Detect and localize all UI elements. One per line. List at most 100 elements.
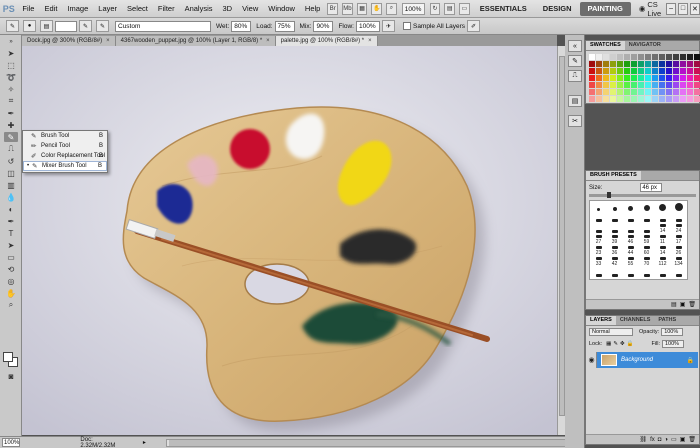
pen-tool-icon[interactable]: ✒ <box>4 216 18 226</box>
move-tool-icon[interactable]: ➤ <box>4 48 18 58</box>
lock-position-icon[interactable]: ✥ <box>620 341 625 347</box>
fill-field[interactable]: 100% <box>662 340 684 348</box>
tab-wooden-puppet[interactable]: 4367wooden_puppet.jpg @ 100% (Layer 1, R… <box>115 36 276 46</box>
rotate-view-icon[interactable]: ↻ <box>429 2 441 15</box>
color-swatch[interactable] <box>659 54 665 60</box>
brush-preset-cell[interactable] <box>607 224 622 234</box>
shape-tool-icon[interactable]: ▭ <box>4 252 18 262</box>
color-swatch[interactable] <box>589 61 595 67</box>
color-swatch[interactable] <box>596 96 602 102</box>
new-preset-icon[interactable]: ▣ <box>680 301 686 308</box>
lock-all-icon[interactable]: 🔒 <box>627 341 634 347</box>
color-swatch[interactable] <box>617 75 623 81</box>
color-swatch[interactable] <box>687 54 693 60</box>
brush-preset-cell[interactable]: 27 <box>591 235 606 245</box>
color-swatch[interactable] <box>652 89 658 95</box>
color-swatch[interactable] <box>624 82 630 88</box>
visibility-eye-icon[interactable]: ◉ <box>587 352 597 368</box>
color-swatch[interactable] <box>666 54 672 60</box>
mix-field[interactable]: 90% <box>313 20 334 32</box>
brush-preset-cell[interactable]: 11 <box>655 235 670 245</box>
mini-bridge-button[interactable]: Mb <box>342 2 353 15</box>
color-swatch[interactable] <box>666 68 672 74</box>
color-swatch[interactable] <box>694 54 700 60</box>
zoom-tool-icon[interactable]: ⌕ <box>4 300 18 310</box>
color-swatch[interactable] <box>610 75 616 81</box>
color-swatch[interactable] <box>617 68 623 74</box>
color-swatch[interactable] <box>624 75 630 81</box>
tab-navigator[interactable]: NAVIGATOR <box>625 41 665 50</box>
color-swatch[interactable] <box>673 82 679 88</box>
brush-preset-cell[interactable] <box>623 213 638 223</box>
blend-mode-dropdown[interactable]: Normal <box>589 328 633 336</box>
color-swatch[interactable] <box>680 61 686 67</box>
flyout-brush-tool[interactable]: ✎ Brush Tool B <box>23 131 107 141</box>
color-swatch[interactable] <box>673 96 679 102</box>
foreground-color-swatch[interactable] <box>3 352 13 362</box>
brush-preset-cell[interactable] <box>639 213 654 223</box>
brush-size-field[interactable]: 46 px <box>640 183 663 192</box>
color-swatch[interactable] <box>694 82 700 88</box>
color-swatch[interactable] <box>659 75 665 81</box>
color-swatch[interactable] <box>680 82 686 88</box>
color-swatch[interactable] <box>610 68 616 74</box>
brush-preset-cell[interactable] <box>623 224 638 234</box>
load-brush-icon[interactable]: ✎ <box>79 20 92 32</box>
color-swatch[interactable] <box>659 89 665 95</box>
color-swatch[interactable] <box>603 96 609 102</box>
brush-preset-cell[interactable] <box>607 268 622 278</box>
vertical-scrollbar[interactable] <box>557 46 565 435</box>
menu-layer[interactable]: Layer <box>93 0 122 18</box>
color-swatch[interactable] <box>638 54 644 60</box>
brush-panel-icon[interactable]: ✎ <box>568 55 582 67</box>
color-swatch[interactable] <box>680 54 686 60</box>
menu-filter[interactable]: Filter <box>153 0 180 18</box>
slider-knob[interactable] <box>607 192 611 198</box>
color-swatch[interactable] <box>680 75 686 81</box>
mix-preset-dropdown[interactable]: Custom <box>115 20 211 32</box>
brush-preset-cell[interactable] <box>655 268 670 278</box>
link-layers-icon[interactable]: ⛓ <box>639 436 647 443</box>
minimize-button[interactable]: – <box>666 2 677 15</box>
color-swatch[interactable] <box>603 89 609 95</box>
hand-icon[interactable]: ✋ <box>371 2 383 15</box>
tab-brush-presets[interactable]: BRUSH PRESETS <box>586 171 641 180</box>
color-swatch[interactable] <box>617 82 623 88</box>
flyout-color-replacement-tool[interactable]: ✐ Color Replacement Tool B <box>23 151 107 161</box>
adjustment-layer-icon[interactable]: ◑ <box>664 437 668 443</box>
delete-icon[interactable]: 🗑 <box>688 301 696 308</box>
color-swatch[interactable] <box>687 96 693 102</box>
quick-mask-icon[interactable]: ◙ <box>4 371 18 381</box>
color-swatch[interactable] <box>687 68 693 74</box>
color-swatch[interactable] <box>666 61 672 67</box>
tab-layers[interactable]: LAYERS <box>586 316 616 325</box>
brush-preset-cell[interactable] <box>639 268 654 278</box>
maximize-button[interactable]: □ <box>678 2 688 15</box>
workspace-painting[interactable]: PAINTING <box>579 1 631 16</box>
menu-file[interactable]: File <box>17 0 39 18</box>
brush-preset-cell[interactable]: 17 <box>671 235 686 245</box>
color-swatch[interactable] <box>596 61 602 67</box>
brush-preset-cell[interactable] <box>591 213 606 223</box>
color-swatch[interactable] <box>624 96 630 102</box>
color-swatch[interactable] <box>659 96 665 102</box>
color-swatch[interactable] <box>680 68 686 74</box>
brush-preset-cell[interactable]: 14 <box>655 246 670 256</box>
brush-preset-cell[interactable] <box>671 213 686 223</box>
brush-preset-picker-icon[interactable]: ● <box>23 20 36 32</box>
tool-presets-icon[interactable]: ✂ <box>568 115 582 127</box>
brush-preset-cell[interactable]: 60 <box>639 246 654 256</box>
brush-preset-cell[interactable]: 112 <box>655 257 670 267</box>
color-swatch[interactable] <box>603 75 609 81</box>
color-swatch[interactable] <box>659 68 665 74</box>
path-selection-tool-icon[interactable]: ➤ <box>4 240 18 250</box>
menu-window[interactable]: Window <box>263 0 300 18</box>
brush-preset-cell[interactable]: 59 <box>639 235 654 245</box>
color-swatch[interactable] <box>673 89 679 95</box>
color-swatch[interactable] <box>638 82 644 88</box>
color-swatch[interactable] <box>659 61 665 67</box>
color-swatch[interactable] <box>638 75 644 81</box>
color-swatch[interactable] <box>617 89 623 95</box>
opacity-field[interactable]: 100% <box>661 328 684 336</box>
tablet-pressure-icon[interactable]: ✐ <box>467 20 481 32</box>
